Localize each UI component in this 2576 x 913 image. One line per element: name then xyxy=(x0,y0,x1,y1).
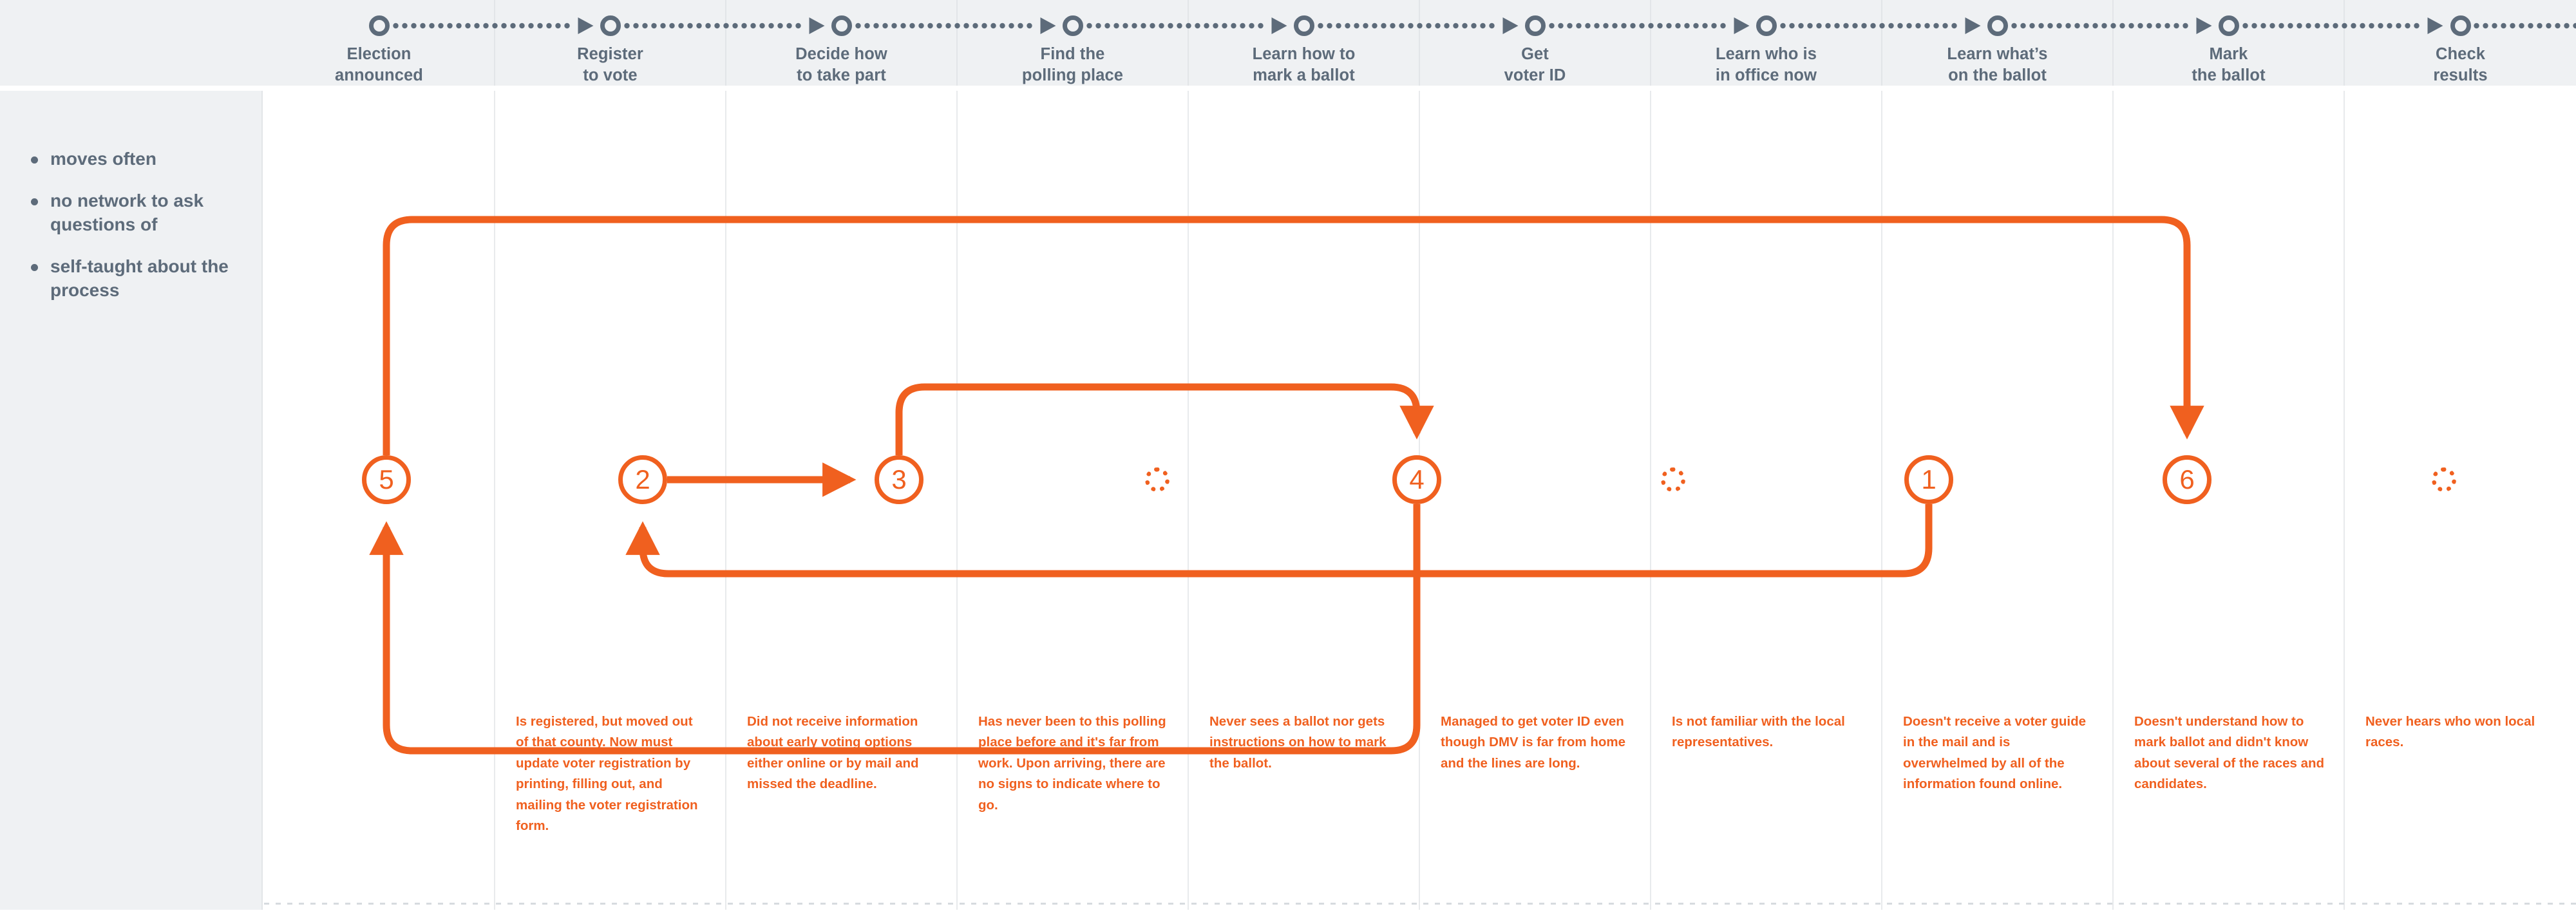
stage-header-band: Election announced Register to vote Deci… xyxy=(0,0,2576,87)
lane-learn-who-is-in-office-now: Is not familiar with the local represent… xyxy=(1651,91,1882,910)
stage-label: Get voter ID xyxy=(1504,45,1566,84)
stage-check-results[interactable]: Check results xyxy=(2345,0,2576,87)
lane-caption: Never sees a ballot nor gets instruction… xyxy=(1209,714,1387,771)
stage-list: Election announced Register to vote Deci… xyxy=(264,0,2576,87)
lane-caption: Doesn't understand how to mark ballot an… xyxy=(2134,714,2325,792)
stage-label: Learn what’s on the ballot xyxy=(1947,45,2048,84)
stage-label: Register to vote xyxy=(577,45,643,84)
stage-marker-icon xyxy=(1987,15,2008,36)
journey-node-3[interactable]: 3 xyxy=(875,455,923,504)
persona-trait: moves often xyxy=(28,147,241,171)
header-gutter xyxy=(0,0,264,87)
stage-label: Learn who is in office now xyxy=(1715,45,1817,84)
stage-learn-how-to-mark-a-ballot[interactable]: Learn how to mark a ballot xyxy=(1189,0,1420,87)
lane-check-results: Never hears who won local races. xyxy=(2345,91,2576,910)
journey-node-2[interactable]: 2 xyxy=(618,455,667,504)
stage-marker-icon xyxy=(831,15,852,36)
lane-caption: Managed to get voter ID even though DMV … xyxy=(1441,714,1625,771)
stage-find-the-polling-place[interactable]: Find the polling place xyxy=(958,0,1189,87)
lane-caption: Is not familiar with the local represent… xyxy=(1672,714,1845,750)
stage-mark-the-ballot[interactable]: Mark the ballot xyxy=(2114,0,2345,87)
stage-decide-how-to-take-part[interactable]: Decide how to take part xyxy=(726,0,958,87)
stage-label: Find the polling place xyxy=(1021,45,1124,84)
lane-caption: Doesn't receive a voter guide in the mai… xyxy=(1903,714,2087,792)
stage-label: Check results xyxy=(2433,45,2488,84)
stage-marker-icon xyxy=(1293,15,1314,36)
stage-marker-icon xyxy=(1756,15,1777,36)
journey-node-label: 3 xyxy=(891,464,907,494)
stage-label: Election announced xyxy=(335,45,423,84)
lane-find-the-polling-place: Has never been to this polling place bef… xyxy=(958,91,1189,910)
stage-marker-icon xyxy=(2450,15,2471,36)
body-bottom-dashed-rule xyxy=(264,903,2576,905)
journey-node-1[interactable]: 1 xyxy=(1904,455,1953,504)
journey-node-label: 1 xyxy=(1921,464,1937,494)
persona-panel: moves often no network to ask questions … xyxy=(0,91,263,910)
journey-node-label: 5 xyxy=(379,464,394,494)
stage-label: Decide how to take part xyxy=(795,45,887,84)
stage-marker-icon xyxy=(1524,15,1546,36)
lane-caption: Is registered, but moved out of that cou… xyxy=(516,714,698,833)
persona-trait-list: moves often no network to ask questions … xyxy=(28,147,241,321)
journey-node-4[interactable]: 4 xyxy=(1392,455,1441,504)
lane-mark-the-ballot: Doesn't understand how to mark ballot an… xyxy=(2114,91,2345,910)
stage-marker-icon xyxy=(600,15,621,36)
stage-get-voter-id[interactable]: Get voter ID xyxy=(1420,0,1651,87)
lane-learn-how-to-mark-a-ballot: Never sees a ballot nor gets instruction… xyxy=(1189,91,1420,910)
stage-election-announced[interactable]: Election announced xyxy=(264,0,495,87)
stage-learn-who-is-in-office-now[interactable]: Learn who is in office now xyxy=(1651,0,1882,87)
lane-decide-how-to-take-part: Did not receive information about early … xyxy=(726,91,958,910)
lane-caption: Never hears who won local races. xyxy=(2365,714,2535,750)
persona-trait: self-taught about the process xyxy=(28,255,241,303)
stage-marker-icon xyxy=(1062,15,1083,36)
persona-trait: no network to ask questions of xyxy=(28,189,241,237)
journey-node-label: 2 xyxy=(635,464,650,494)
stage-learn-whats-on-the-ballot[interactable]: Learn what’s on the ballot xyxy=(1882,0,2114,87)
stage-register-to-vote[interactable]: Register to vote xyxy=(495,0,726,87)
journey-node-label: 6 xyxy=(2179,464,2195,494)
lane-caption: Did not receive information about early … xyxy=(747,714,919,792)
stage-label: Mark the ballot xyxy=(2192,45,2266,84)
lane-register-to-vote: Is registered, but moved out of that cou… xyxy=(495,91,726,910)
lane-get-voter-id: Managed to get voter ID even though DMV … xyxy=(1420,91,1651,910)
stage-label: Learn how to mark a ballot xyxy=(1252,45,1356,84)
journey-node-5[interactable]: 5 xyxy=(362,455,411,504)
journey-node-6[interactable]: 6 xyxy=(2163,455,2211,504)
journey-node-label: 4 xyxy=(1409,464,1425,494)
stage-marker-icon xyxy=(368,15,390,36)
stage-marker-icon xyxy=(2218,15,2239,36)
journey-map: Election announced Register to vote Deci… xyxy=(0,0,2576,910)
lane-caption: Has never been to this polling place bef… xyxy=(978,714,1166,813)
